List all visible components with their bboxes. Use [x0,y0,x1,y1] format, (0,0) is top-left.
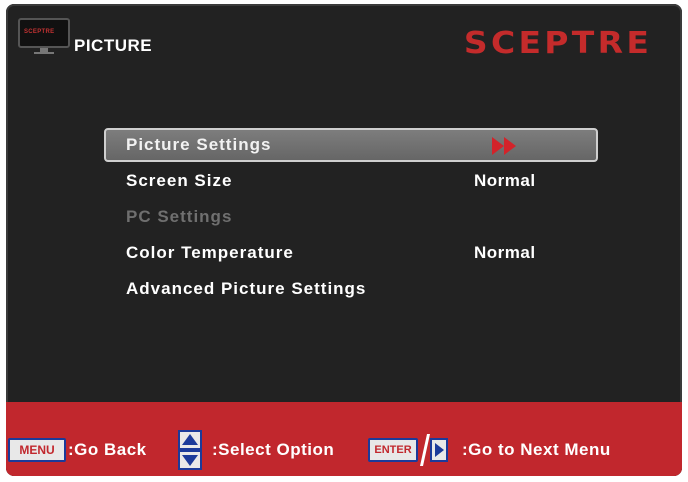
tv-icon-label: SCEPTRE [24,29,55,35]
menu-item-value: Normal [474,243,536,262]
menu-item-advanced-picture-settings[interactable]: Advanced Picture Settings [104,272,598,306]
osd-window: SCEPTRE PICTURE SCEPTRE Picture Settings… [6,4,682,476]
menu-key-icon: MENU [8,438,66,462]
brand-logo: SCEPTRE [463,26,652,61]
menu-item-pc-settings: PC Settings [104,200,598,234]
menu-item-label: Color Temperature [126,243,294,262]
next-menu-hint: :Go to Next Menu [462,440,611,459]
menu-item-value: Normal [474,171,536,190]
menu-item-screen-size[interactable]: Screen Size Normal [104,164,598,198]
tv-icon: SCEPTRE [18,18,70,54]
slash-divider [420,434,430,466]
menu-item-color-temperature[interactable]: Color Temperature Normal [104,236,598,270]
menu-item-picture-settings[interactable]: Picture Settings [104,128,598,162]
double-arrow-right-icon [492,137,516,155]
help-bar: MENU :Go Back :Select Option ENTER :Go t… [6,402,682,476]
up-down-icon [178,430,202,470]
right-arrow-icon [430,438,448,462]
menu-item-label: Screen Size [126,171,233,190]
enter-key-icon: ENTER [368,438,418,462]
select-option-hint: :Select Option [212,440,335,459]
go-back-hint: :Go Back [68,440,147,459]
menu-item-label: Advanced Picture Settings [126,279,367,298]
menu-item-label: PC Settings [126,207,233,226]
menu-item-label: Picture Settings [126,135,272,154]
page-title: PICTURE [74,36,153,55]
